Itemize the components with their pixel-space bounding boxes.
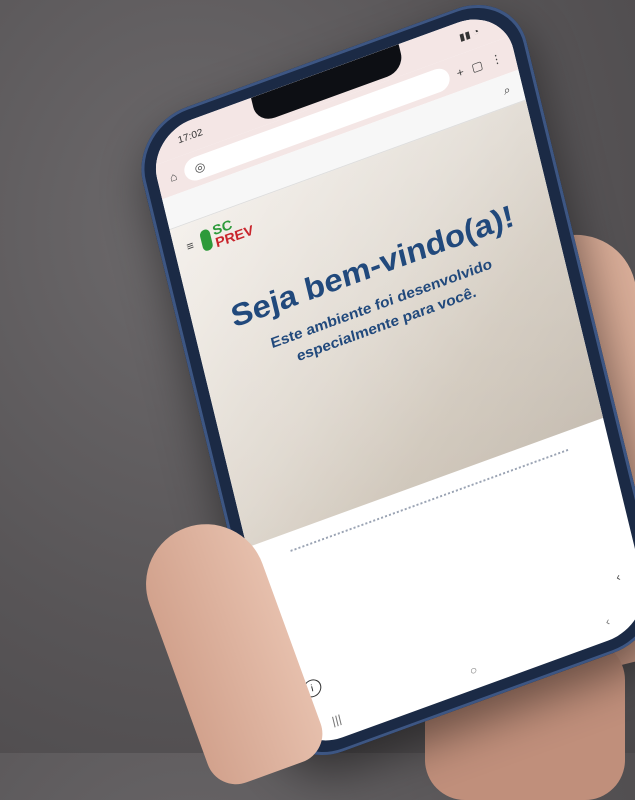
home-button-icon[interactable]: ○	[468, 662, 478, 678]
back-icon[interactable]: ‹	[604, 614, 611, 629]
logo-text: SC PREV	[210, 216, 255, 251]
more-menu-icon[interactable]: ⋮	[489, 51, 504, 68]
scprev-logo[interactable]: SC PREV	[198, 211, 255, 254]
menu-icon[interactable]: ≡	[185, 238, 195, 254]
logo-mark	[198, 228, 214, 253]
home-icon[interactable]: ⌂	[168, 169, 178, 185]
site-info-icon[interactable]: ◎	[193, 159, 206, 176]
status-time: 17:02	[176, 126, 204, 146]
back-chevron-icon[interactable]: ‹	[615, 570, 622, 585]
new-tab-icon[interactable]: +	[455, 65, 465, 81]
search-icon[interactable]: ⌕	[502, 82, 512, 98]
status-icons: ▮▮ ◔	[458, 25, 481, 44]
tabs-icon[interactable]: ▢	[470, 58, 484, 75]
recent-apps-icon[interactable]: |||	[331, 712, 343, 728]
